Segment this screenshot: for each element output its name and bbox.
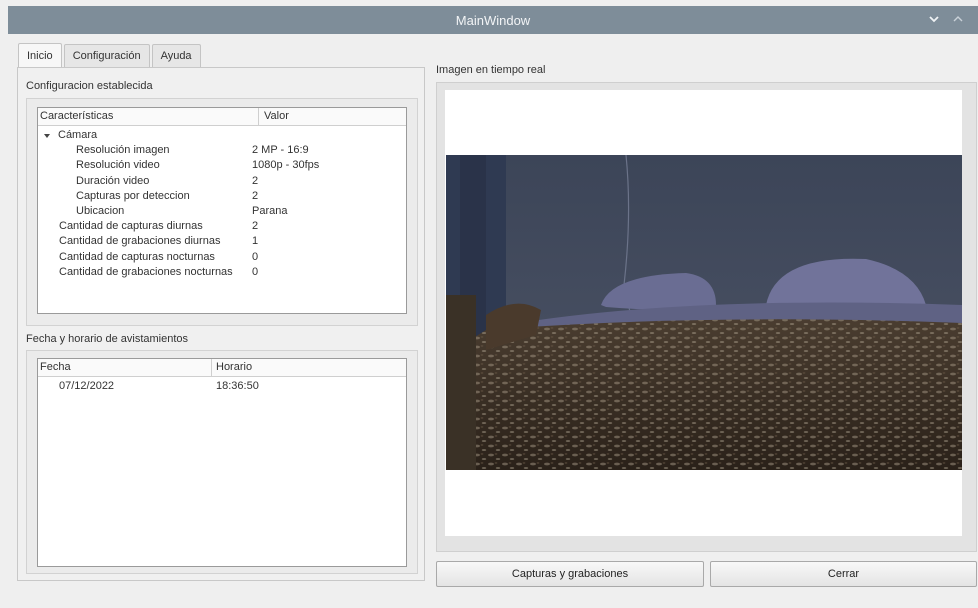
tab-panel-inicio: Configuracion establecida Característica…	[17, 67, 425, 581]
tree-row[interactable]: Cantidad de capturas nocturnas 0	[38, 250, 406, 265]
tree-row[interactable]: Ubicacion Parana	[38, 204, 406, 219]
tree-item-label: Resolución video	[76, 159, 160, 172]
column-header-fecha[interactable]: Fecha	[40, 361, 71, 373]
camera-feed	[446, 155, 962, 470]
tree-item-value: 2 MP - 16:9	[252, 144, 309, 157]
tree-row-camara[interactable]: Cámara	[38, 128, 406, 143]
tree-item-label: Cantidad de capturas nocturnas	[59, 250, 215, 263]
config-tree-header: Características Valor	[38, 108, 406, 126]
window-controls	[928, 12, 964, 26]
video-label: Imagen en tiempo real	[436, 64, 546, 76]
sightings-table-header: Fecha Horario	[38, 359, 406, 377]
tab-inicio[interactable]: Inicio	[18, 43, 62, 68]
tree-item-label: Cantidad de grabaciones nocturnas	[59, 265, 233, 278]
tree-row[interactable]: Cantidad de capturas diurnas 2	[38, 219, 406, 234]
tree-item-label: Resolución imagen	[76, 144, 170, 157]
close-button[interactable]: Cerrar	[710, 561, 977, 587]
column-header-horario[interactable]: Horario	[216, 361, 252, 373]
tree-row[interactable]: Capturas por deteccion 2	[38, 189, 406, 204]
tree-item-value: 0	[252, 265, 259, 278]
tree-item-label: Capturas por deteccion	[76, 189, 190, 202]
config-group-title: Configuracion establecida	[26, 80, 153, 92]
tree-item-value: 1080p - 30fps	[252, 159, 320, 172]
camera-feed-image	[446, 155, 962, 470]
tab-ayuda[interactable]: Ayuda	[151, 44, 201, 67]
window-title: MainWindow	[455, 12, 531, 28]
tree-row[interactable]: Resolución imagen 2 MP - 16:9	[38, 143, 406, 158]
sightings-group-title: Fecha y horario de avistamientos	[26, 333, 189, 345]
column-header-valor[interactable]: Valor	[264, 110, 289, 122]
tree-row[interactable]: Cantidad de grabaciones diurnas 1	[38, 234, 406, 249]
tree-item-value: 2	[252, 174, 259, 187]
tree-item-value: Parana	[252, 204, 288, 217]
tree-row[interactable]: Cantidad de grabaciones nocturnas 0	[38, 265, 406, 280]
column-header-caracteristicas[interactable]: Características	[40, 110, 113, 122]
captures-button[interactable]: Capturas y grabaciones	[436, 561, 704, 587]
tree-item-label: Cantidad de grabaciones diurnas	[59, 235, 221, 248]
tree-item-value: 1	[252, 235, 259, 248]
table-row[interactable]: 07/12/2022 18:36:50	[38, 379, 406, 394]
maximize-icon[interactable]	[952, 12, 964, 26]
tree-item-value: 2	[252, 220, 259, 233]
tree-item-label: Cámara	[58, 129, 98, 141]
config-tree[interactable]: Características Valor Cámara Resolución …	[37, 107, 407, 314]
tree-item-value: 0	[252, 250, 259, 263]
expand-arrow-icon[interactable]	[44, 134, 50, 138]
tree-row[interactable]: Duración video 2	[38, 174, 406, 189]
minimize-icon[interactable]	[928, 12, 940, 26]
tab-configuracion[interactable]: Configuración	[63, 44, 150, 67]
sightings-table[interactable]: Fecha Horario 07/12/2022 18:36:50	[37, 358, 407, 567]
sighting-time: 18:36:50	[216, 380, 259, 392]
tree-item-value: 2	[252, 189, 259, 202]
title-bar: MainWindow	[8, 6, 978, 34]
sighting-date: 07/12/2022	[59, 380, 115, 392]
tree-item-label: Ubicacion	[76, 204, 125, 217]
tree-row[interactable]: Resolución video 1080p - 30fps	[38, 158, 406, 173]
tab-bar: Inicio Configuración Ayuda	[18, 43, 203, 68]
tree-item-label: Cantidad de capturas diurnas	[59, 220, 203, 233]
tree-item-label: Duración video	[76, 174, 150, 187]
